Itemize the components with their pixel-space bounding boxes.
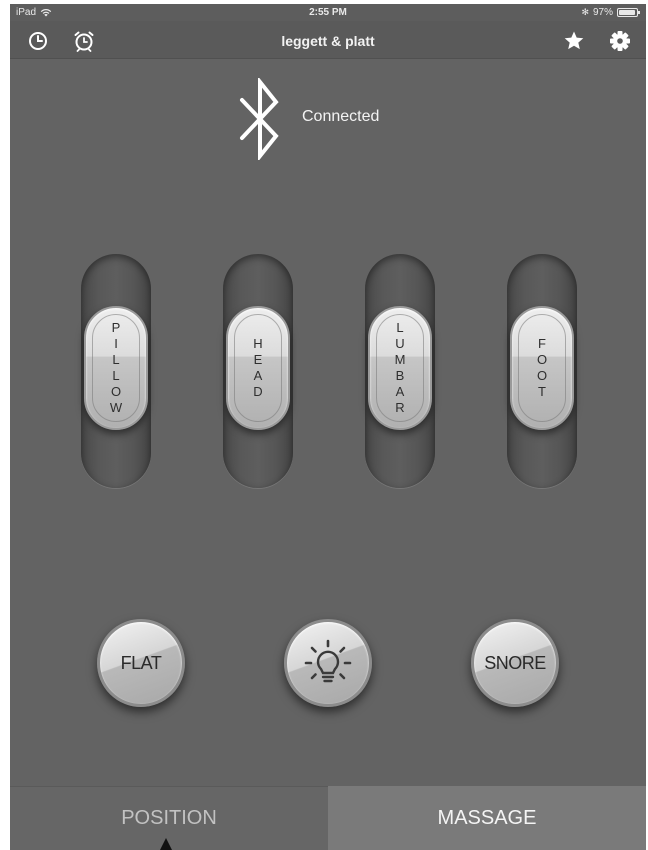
tab-position[interactable]: POSITION [10,786,328,850]
nav-title: leggett & platt [281,33,375,49]
head-label: HEAD [250,336,266,400]
foot-label: FOOT [534,336,550,400]
gear-icon[interactable] [608,29,632,53]
pillow-slider-track[interactable]: PILLOW [81,254,151,488]
bluetooth-icon [240,78,279,160]
tab-massage-label: MASSAGE [437,806,537,829]
app-screen: iPad 2:55 PM ✻ 97% leggett & platt Conne… [10,4,646,850]
flat-button-label: FLAT [120,652,162,673]
head-slider-track[interactable]: HEAD [223,254,293,488]
tab-bar: POSITION MASSAGE [10,786,646,850]
tab-position-label: POSITION [121,807,217,829]
status-time: 2:55 PM [309,7,347,18]
connection-status: Connected [302,108,380,125]
pillow-slider-knob[interactable]: PILLOW [84,306,148,430]
status-bar: iPad 2:55 PM ✻ 97% [10,4,646,21]
pillow-label: PILLOW [108,320,124,416]
battery-icon [617,8,640,17]
head-slider-knob[interactable]: HEAD [226,306,290,430]
battery-fill [619,10,636,15]
snore-button-label: SNORE [484,652,546,673]
status-right: ✻ 97% [581,7,640,18]
snore-button[interactable]: SNORE [471,619,559,707]
lumbar-label: LUMBAR [392,320,408,416]
active-tab-indicator [160,838,172,850]
lumbar-slider-knob[interactable]: LUMBAR [368,306,432,430]
light-bulb-icon [304,639,352,683]
nav-bar: leggett & platt [10,21,646,59]
flat-button[interactable]: FLAT [97,619,185,707]
foot-slider-track[interactable]: FOOT [507,254,577,488]
tab-massage[interactable]: MASSAGE [328,786,646,850]
light-button[interactable] [284,619,372,707]
star-icon[interactable] [562,29,586,53]
lumbar-slider-track[interactable]: LUMBAR [365,254,435,488]
battery-percent: 97% [592,7,613,18]
status-bluetooth-icon: ✻ [581,7,589,17]
foot-slider-knob[interactable]: FOOT [510,306,574,430]
